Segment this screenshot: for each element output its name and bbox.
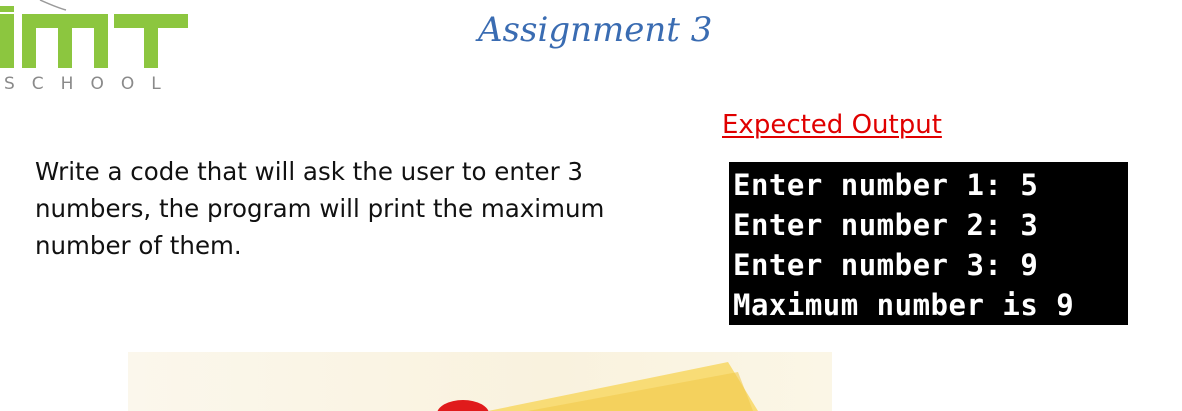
console-line: Enter number 3: 9 — [733, 248, 1039, 282]
console-line: Enter number 1: 5 — [733, 168, 1039, 202]
decorative-illustration — [437, 362, 758, 411]
imt-logo-mark — [0, 0, 188, 68]
task-description: Write a code that will ask the user to e… — [35, 157, 605, 260]
page-title: Assignment 3 — [478, 10, 713, 50]
decorative-image — [128, 352, 832, 411]
console-line: Maximum number is 9 — [733, 288, 1075, 322]
logo-school-text: SCHOOL — [4, 74, 178, 94]
console-output: Enter number 1: 5 Enter number 2: 3 Ente… — [729, 162, 1128, 325]
console-line: Enter number 2: 3 — [733, 208, 1039, 242]
expected-output-label: Expected Output — [722, 110, 942, 140]
imt-school-logo: SCHOOL — [0, 0, 200, 100]
